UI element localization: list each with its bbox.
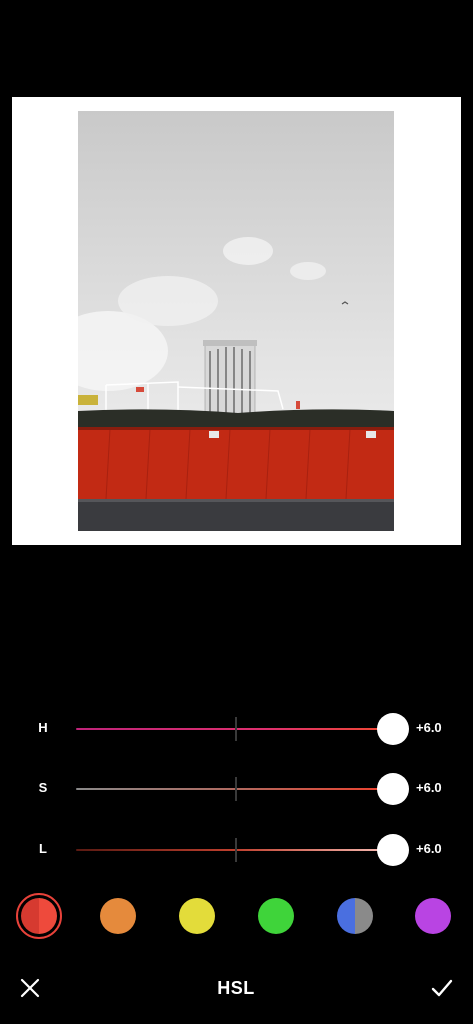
lightness-slider[interactable]: L +6.0 (0, 830, 473, 870)
lightness-thumb[interactable] (377, 834, 409, 866)
lightness-value: +6.0 (416, 841, 442, 856)
hue-center-tick (235, 717, 237, 741)
swatch-green[interactable] (258, 898, 294, 934)
saturation-value: +6.0 (416, 780, 442, 795)
saturation-thumb[interactable] (377, 773, 409, 805)
hue-label: H (38, 720, 48, 735)
hue-slider[interactable]: H +6.0 (0, 709, 473, 749)
close-button[interactable] (14, 972, 46, 1004)
saturation-label: S (38, 780, 48, 795)
swatch-purple[interactable] (415, 898, 451, 934)
swatch-red[interactable] (21, 898, 57, 934)
bottom-bar: HSL (0, 960, 473, 1024)
lightness-center-tick (235, 838, 237, 862)
saturation-center-tick (235, 777, 237, 801)
close-icon (20, 978, 40, 998)
photo-preview (78, 111, 394, 531)
swatch-yellow[interactable] (179, 898, 215, 934)
check-icon (431, 979, 453, 997)
confirm-button[interactable] (426, 972, 458, 1004)
saturation-slider[interactable]: S +6.0 (0, 769, 473, 809)
panel-title: HSL (217, 978, 255, 998)
hue-thumb[interactable] (377, 713, 409, 745)
swatch-blue[interactable] (337, 898, 373, 934)
hue-value: +6.0 (416, 720, 442, 735)
lightness-label: L (39, 841, 47, 856)
swatch-orange[interactable] (100, 898, 136, 934)
image-canvas (12, 97, 461, 545)
